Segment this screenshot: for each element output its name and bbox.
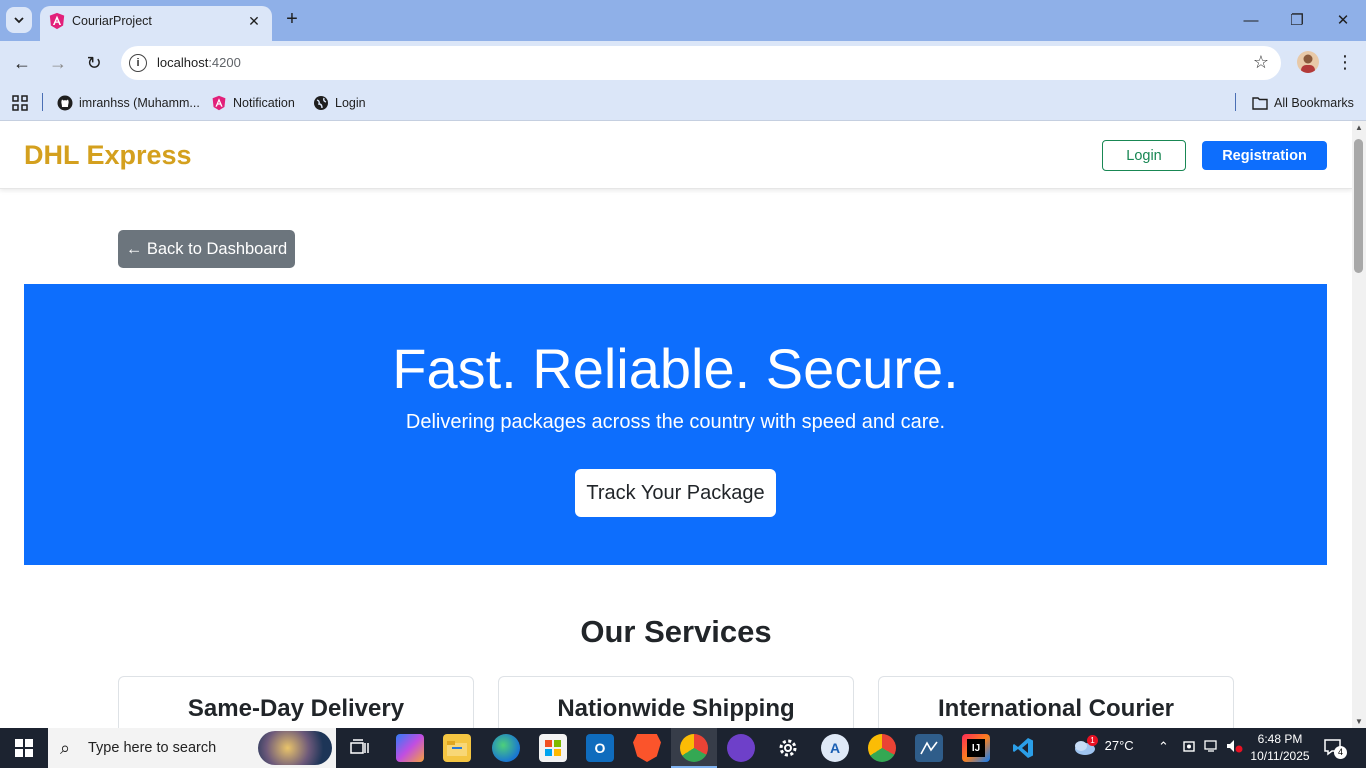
search-icon: ⌕	[60, 738, 71, 758]
weather-badge: 1	[1087, 735, 1098, 746]
reload-icon[interactable]: ↻	[82, 51, 106, 75]
services-heading: Our Services	[580, 614, 772, 649]
task-view-icon[interactable]	[346, 734, 374, 762]
track-package-button[interactable]: Track Your Package	[575, 469, 776, 517]
bookmark-notification[interactable]: Notification	[211, 92, 295, 114]
chevron-down-icon	[14, 17, 24, 24]
intellij-idea-icon[interactable]: IJ	[962, 734, 990, 762]
service-card-nationwide: Nationwide Shipping	[498, 676, 854, 728]
site-navbar: DHL Express Login Registration	[0, 121, 1352, 189]
weather-temperature: 27°C	[1104, 738, 1134, 754]
chrome-icon[interactable]	[868, 734, 896, 762]
weather-widget[interactable]: 1 27°C	[1071, 735, 1134, 757]
clock-date: 10/11/2025	[1250, 749, 1310, 763]
scrollbar-thumb[interactable]	[1354, 139, 1363, 273]
hero-title: Fast. Reliable. Secure.	[392, 337, 959, 400]
service-card-title: Nationwide Shipping	[557, 695, 795, 722]
registration-button[interactable]: Registration	[1202, 141, 1327, 170]
login-button[interactable]: Login	[1102, 140, 1186, 171]
github-desktop-icon[interactable]	[727, 734, 755, 762]
browser-toolbar: ← → ↻ i localhost:4200 ☆ ⋮	[0, 41, 1366, 85]
back-arrow-icon[interactable]: ←	[10, 51, 34, 75]
tab-couriar-project[interactable]: CouriarProject ✕	[40, 6, 272, 41]
vscode-icon[interactable]	[1009, 734, 1037, 762]
notification-center-icon[interactable]: 4	[1324, 738, 1347, 759]
bookmark-github[interactable]: imranhss (Muhamm...	[57, 92, 200, 114]
windows-taskbar: ⌕ Type here to search O A IJ 1 27°C ⌃ 6:…	[0, 728, 1366, 768]
service-card-title: International Courier	[937, 695, 1175, 722]
close-window-icon[interactable]: ✕	[1330, 8, 1356, 32]
copilot-icon[interactable]	[396, 734, 424, 762]
github-icon	[57, 95, 73, 111]
angular-icon	[49, 12, 65, 30]
file-explorer-icon[interactable]	[443, 734, 471, 762]
all-bookmarks-label: All Bookmarks	[1274, 96, 1354, 110]
scroll-up-icon[interactable]: ▲	[1355, 123, 1363, 132]
volume-muted-icon[interactable]	[1226, 739, 1244, 756]
chrome-profile-icon[interactable]	[680, 734, 708, 762]
mysql-workbench-icon[interactable]	[915, 734, 943, 762]
bookmark-label: Login	[335, 96, 366, 110]
outlook-icon[interactable]: O	[586, 734, 614, 762]
url-text: localhost:4200	[157, 55, 241, 70]
start-button[interactable]	[0, 728, 48, 768]
close-tab-icon[interactable]: ✕	[244, 11, 264, 31]
notification-count: 4	[1334, 746, 1347, 759]
restore-icon[interactable]: ❐	[1284, 8, 1310, 32]
bookmarks-bar: imranhss (Muhamm... Notification Login A…	[0, 85, 1366, 121]
scroll-down-icon[interactable]: ▼	[1355, 717, 1363, 726]
back-to-dashboard-button[interactable]: ← Back to Dashboard	[118, 230, 295, 268]
service-card-same-day: Same-Day Delivery	[118, 676, 474, 728]
tab-search-button[interactable]	[6, 7, 32, 33]
taskbar-clock[interactable]: 6:48 PM 10/11/2025	[1250, 731, 1310, 765]
bookmark-divider	[1235, 93, 1236, 111]
angular-icon	[211, 95, 227, 111]
bookmark-star-icon[interactable]: ☆	[1253, 52, 1269, 73]
meet-now-icon[interactable]	[1182, 739, 1196, 756]
page-viewport: DHL Express Login Registration ← Back to…	[0, 121, 1352, 728]
bookmark-label: Notification	[233, 96, 295, 110]
settings-gear-icon[interactable]	[774, 734, 802, 762]
address-bar[interactable]: i localhost:4200 ☆	[121, 46, 1281, 80]
browser-titlebar: CouriarProject ✕ + — ❐ ✕	[0, 0, 1366, 41]
network-icon[interactable]	[1204, 739, 1220, 756]
clock-time: 6:48 PM	[1257, 732, 1303, 746]
bookmark-divider	[42, 93, 43, 111]
apps-grid-icon[interactable]	[12, 95, 28, 111]
bookmark-label: imranhss (Muhamm...	[79, 96, 200, 110]
new-tab-button[interactable]: +	[281, 8, 303, 30]
brave-browser-icon[interactable]	[633, 734, 661, 762]
hero-banner: Fast. Reliable. Secure. Delivering packa…	[24, 284, 1327, 565]
edge-browser-icon[interactable]	[492, 734, 520, 762]
microsoft-store-icon[interactable]	[539, 734, 567, 762]
app-installer-icon[interactable]: A	[821, 734, 849, 762]
globe-icon	[313, 95, 329, 111]
profile-avatar[interactable]	[1297, 51, 1319, 73]
service-card-international: International Courier	[878, 676, 1234, 728]
service-card-title: Same-Day Delivery	[187, 695, 405, 722]
bookmark-login[interactable]: Login	[313, 92, 366, 114]
page-scrollbar[interactable]: ▲ ▼	[1352, 121, 1366, 728]
search-placeholder: Type here to search	[88, 740, 217, 756]
search-highlight-image[interactable]	[258, 731, 332, 765]
windows-logo-icon	[15, 739, 33, 757]
brand-logo[interactable]: DHL Express	[24, 140, 192, 171]
chevron-up-icon[interactable]: ⌃	[1158, 739, 1169, 755]
taskbar-search-box[interactable]: ⌕ Type here to search	[48, 728, 336, 768]
hero-subtitle: Delivering packages across the country w…	[405, 411, 946, 433]
browser-menu-icon[interactable]: ⋮	[1335, 50, 1355, 74]
forward-arrow-icon[interactable]: →	[46, 51, 70, 75]
tab-title: CouriarProject	[72, 14, 152, 28]
site-info-icon[interactable]: i	[129, 54, 147, 72]
folder-icon	[1252, 95, 1268, 111]
minimize-icon[interactable]: —	[1238, 8, 1264, 32]
all-bookmarks-button[interactable]: All Bookmarks	[1252, 92, 1354, 114]
